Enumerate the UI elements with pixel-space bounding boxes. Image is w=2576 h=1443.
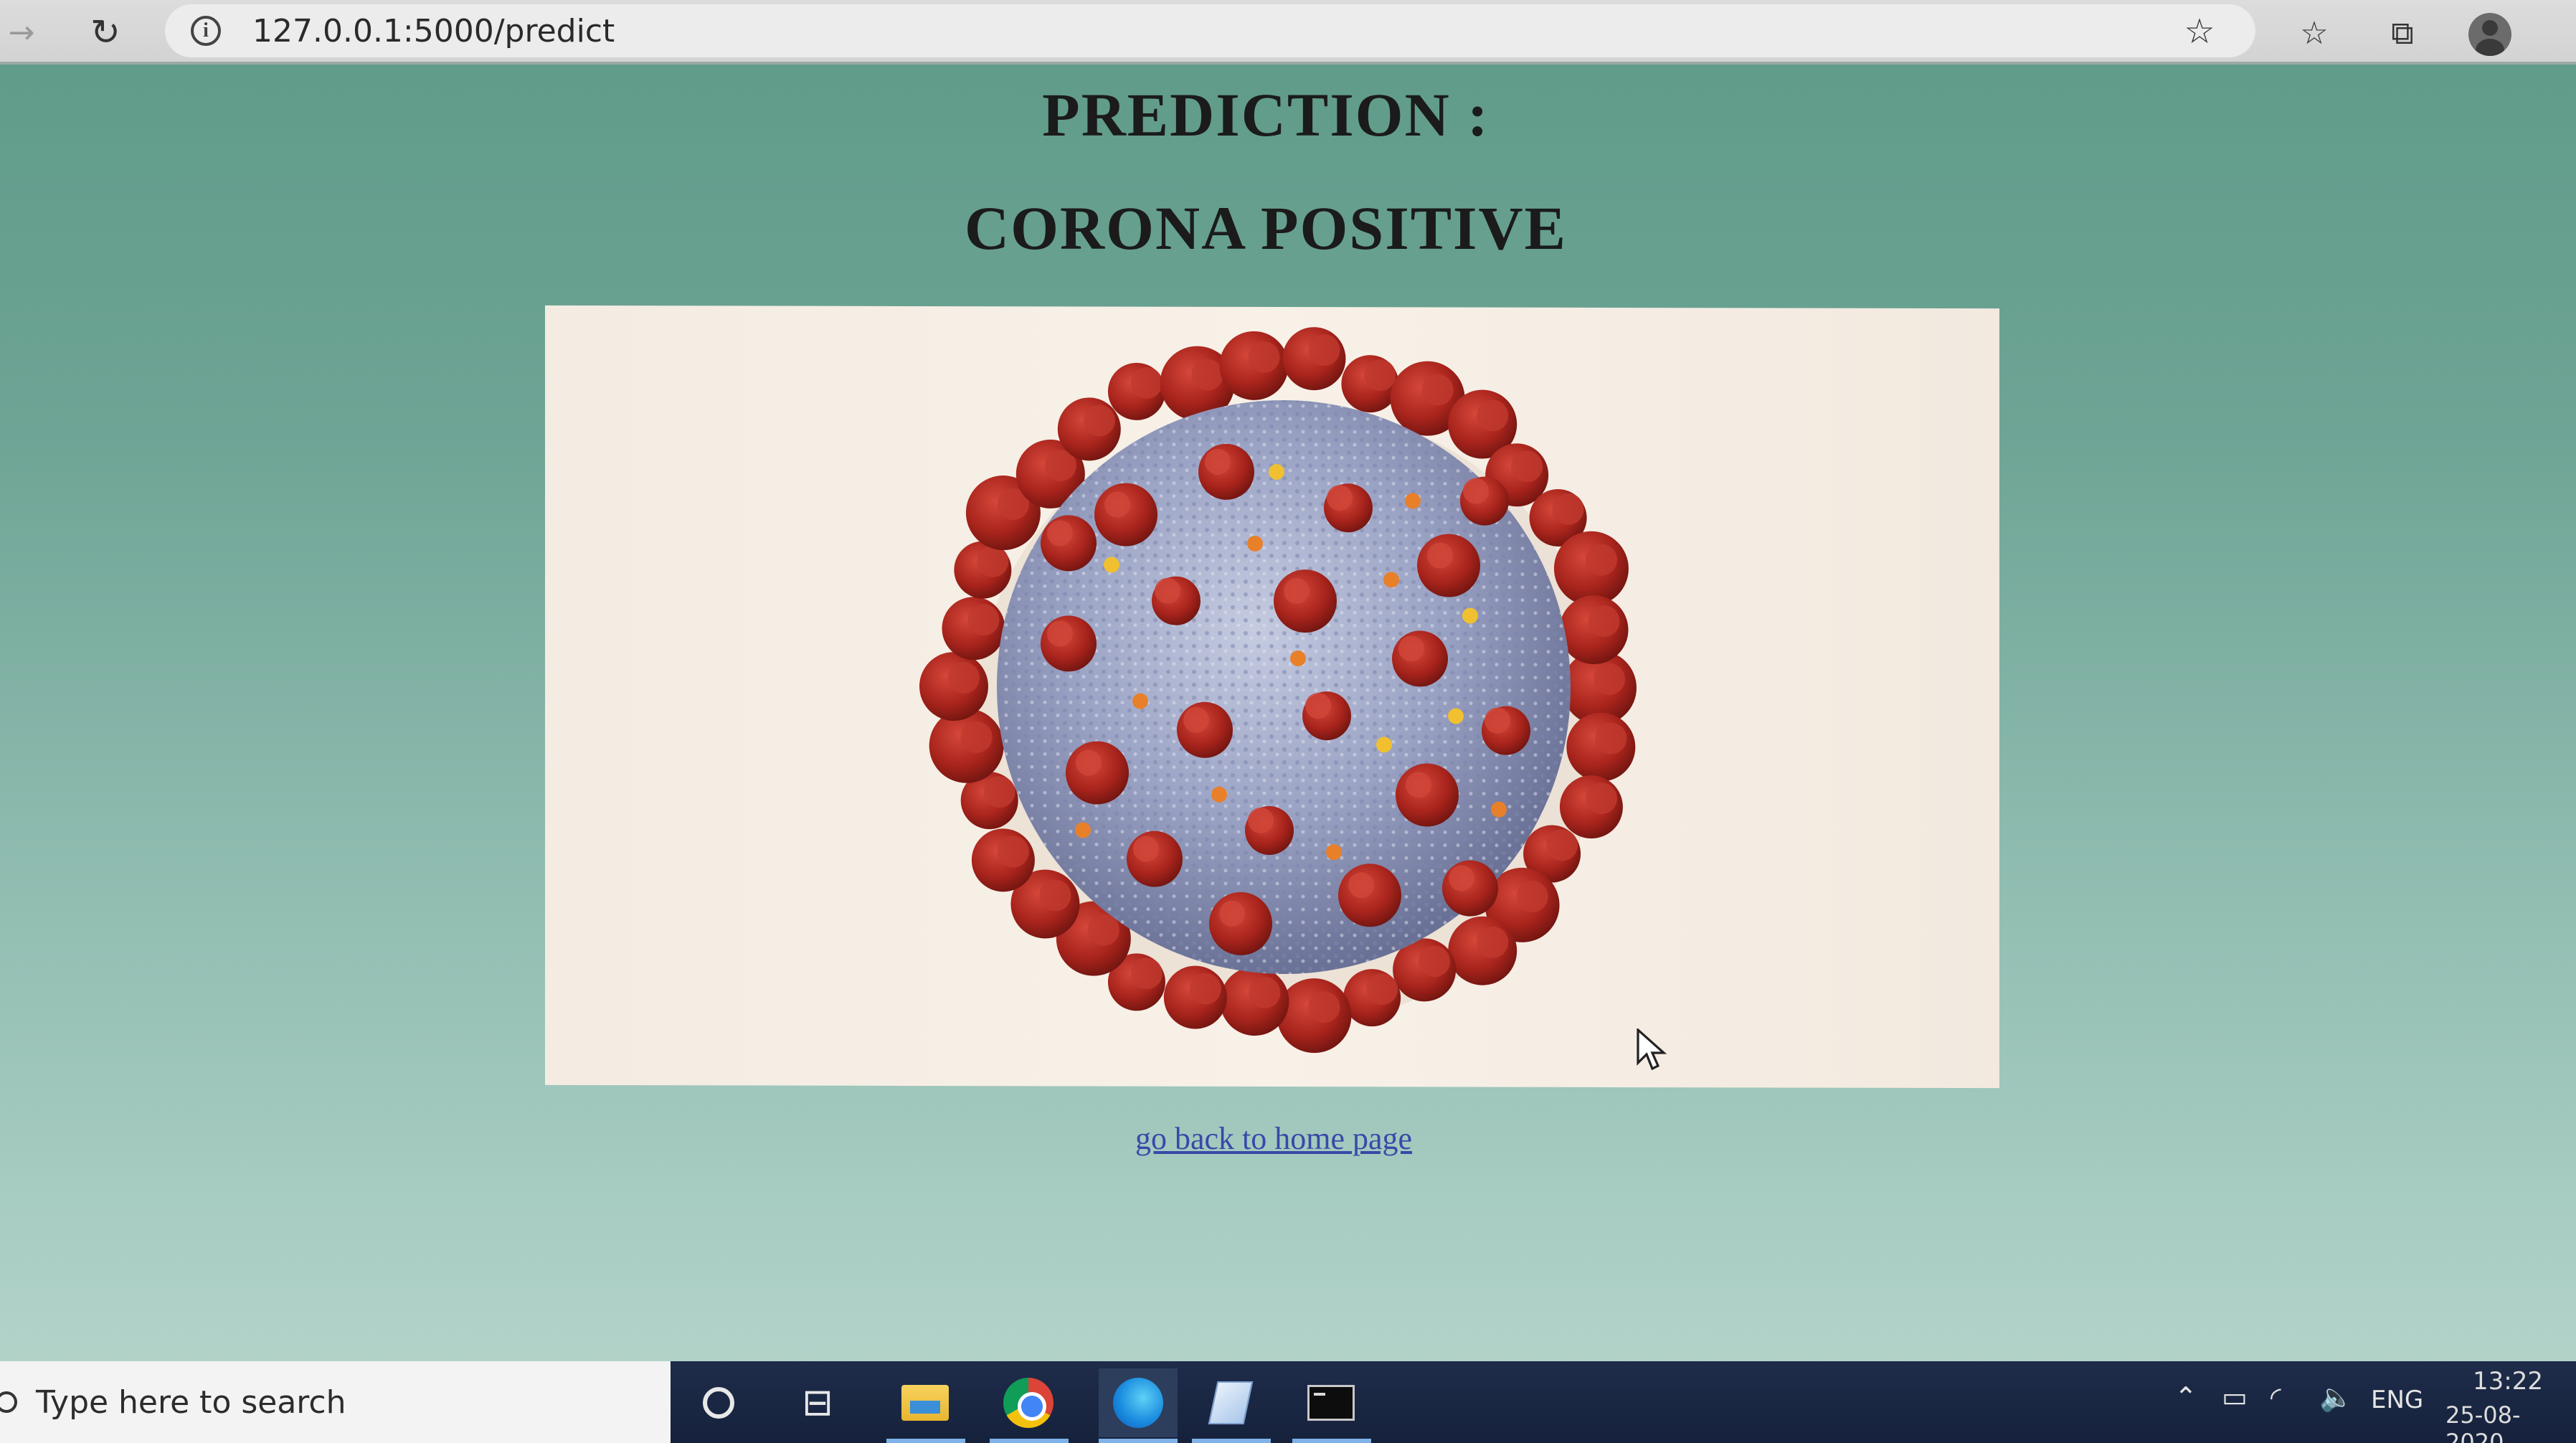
browser-toolbar: → ↻ i 127.0.0.1:5000/predict ☆ ☆ ⧉ [0, 0, 2576, 65]
file-explorer-icon[interactable] [896, 1374, 954, 1432]
home-page-link[interactable]: go back to home page [0, 1120, 2547, 1157]
favorites-icon[interactable]: ☆ [2291, 10, 2337, 56]
clock-date[interactable]: 25-08-2020 [2445, 1401, 2576, 1443]
explorer-active-indicator [886, 1439, 965, 1443]
battery-icon[interactable]: ▭ [2222, 1381, 2248, 1413]
profile-avatar[interactable] [2468, 13, 2511, 56]
info-icon[interactable]: i [191, 16, 221, 46]
edge-icon[interactable] [1099, 1368, 1178, 1437]
forward-icon[interactable]: → [0, 7, 47, 57]
tray-chevron-up-icon[interactable]: ⌃ [2174, 1381, 2197, 1413]
clock-time[interactable]: 13:22 [2473, 1367, 2543, 1396]
volume-icon[interactable]: 🔈 [2319, 1381, 2353, 1414]
taskbar-search[interactable]: Type here to search [0, 1361, 671, 1443]
coronavirus-illustration [919, 327, 1637, 1054]
address-bar[interactable]: i 127.0.0.1:5000/predict ☆ [165, 4, 2255, 57]
prediction-result: CORONA POSITIVE [965, 194, 1567, 262]
prediction-heading: PREDICTION : [1042, 80, 1490, 149]
windows-taskbar: Type here to search ⊟ ⌃ ▭ ◜ 🔈 ENG 13:22 … [0, 1361, 2576, 1443]
cmd-icon[interactable] [1302, 1374, 1360, 1432]
edge-active-indicator [1099, 1439, 1178, 1443]
language-indicator[interactable]: ENG [2371, 1386, 2423, 1414]
search-icon [0, 1391, 17, 1413]
mouse-cursor-icon [1637, 1028, 1667, 1071]
url-text[interactable]: 127.0.0.1:5000/predict [252, 13, 615, 49]
reload-icon[interactable]: ↻ [80, 7, 131, 57]
task-view-icon[interactable]: ⊟ [789, 1374, 846, 1432]
chrome-active-indicator [990, 1439, 1069, 1443]
chrome-icon[interactable] [1000, 1374, 1057, 1432]
collections-icon[interactable]: ⧉ [2380, 10, 2425, 56]
cortana-icon[interactable] [690, 1374, 747, 1432]
notepad-active-indicator [1192, 1439, 1271, 1443]
virus-group [919, 327, 1637, 1054]
star-icon[interactable]: ☆ [2179, 11, 2220, 52]
search-placeholder[interactable]: Type here to search [36, 1384, 346, 1421]
notepad-icon[interactable] [1202, 1374, 1259, 1432]
virus-image [545, 305, 1999, 1089]
wifi-icon[interactable]: ◜ [2270, 1381, 2281, 1413]
cmd-active-indicator [1292, 1439, 1371, 1443]
